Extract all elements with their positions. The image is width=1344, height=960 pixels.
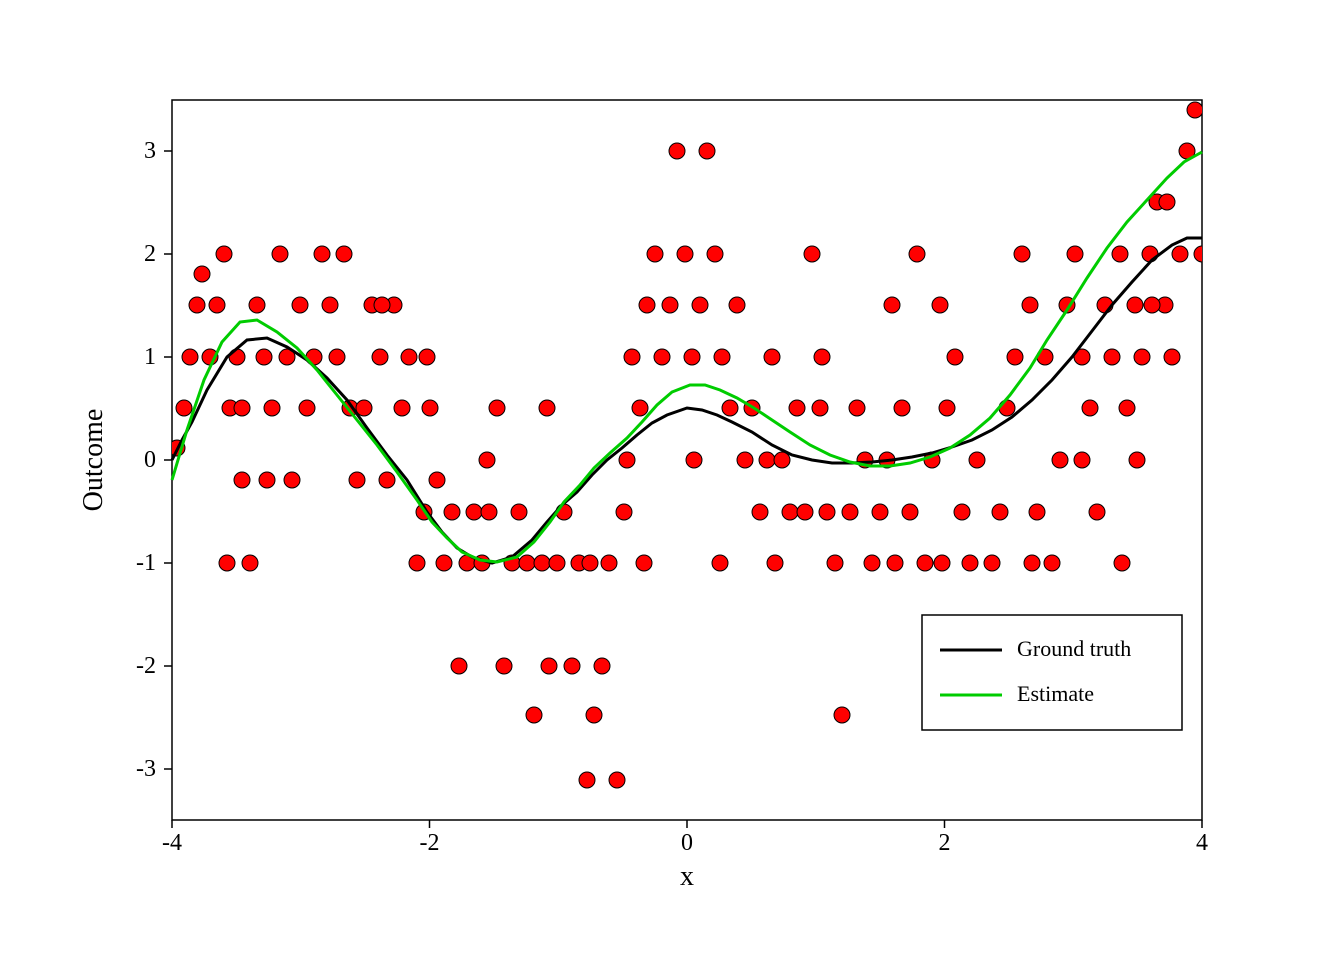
legend-box (922, 615, 1182, 730)
legend-estimate-label: Estimate (1017, 681, 1094, 706)
y-label-neg1: -1 (136, 550, 156, 576)
legend-ground-truth-label: Ground truth (1017, 636, 1131, 661)
y-label-neg2: -2 (136, 653, 156, 679)
x-axis-label: x (680, 861, 694, 892)
x-label-0: 0 (681, 830, 693, 856)
y-label-1: 1 (144, 344, 156, 370)
y-label-3: 3 (144, 138, 156, 164)
x-label-4: 4 (1196, 830, 1208, 856)
x-label-neg4: -4 (162, 830, 182, 856)
y-label-0: 0 (144, 447, 156, 473)
y-label-neg3: -3 (136, 756, 156, 782)
y-label-2: 2 (144, 241, 156, 267)
x-label-neg2: -2 (420, 830, 440, 856)
chart-container: Outcome x -4 -2 0 2 4 (72, 60, 1272, 900)
y-axis-label: Outcome (78, 409, 109, 512)
x-label-2: 2 (939, 830, 951, 856)
